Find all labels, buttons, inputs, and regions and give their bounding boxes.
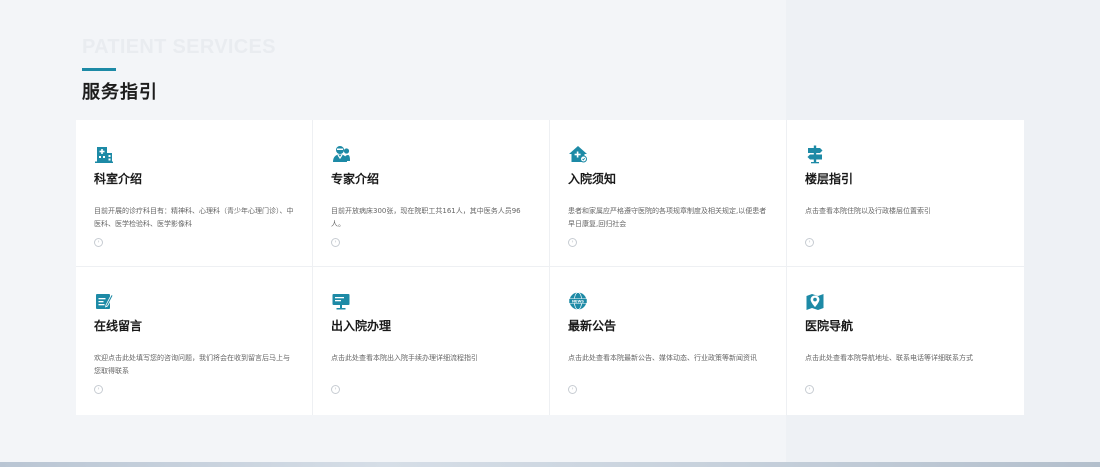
chevron-right-icon[interactable]: › (331, 385, 340, 394)
service-card-admission-discharge[interactable]: 出入院办理 点击此处查看本院出入院手续办理详细流程指引 › (313, 267, 550, 415)
news-globe-icon: NEWS (568, 292, 588, 310)
map-location-icon (806, 294, 824, 310)
hospital-building-icon (95, 147, 113, 163)
card-title: 在线留言 (94, 319, 143, 333)
chevron-right-icon[interactable]: › (805, 238, 814, 247)
title-accent-bar (82, 68, 116, 71)
card-description: 点击此处查看本院出入院手续办理详细流程指引 (331, 354, 478, 362)
chevron-right-icon[interactable]: › (94, 385, 103, 394)
monitor-procedure-icon (332, 294, 350, 310)
service-card-grid: 科室介绍 目前开展的诊疗科目有：精神科、心理科（青少年心理门诊）、中医科、医学检… (76, 120, 1024, 415)
chevron-right-icon[interactable]: › (568, 385, 577, 394)
signpost-icon (807, 145, 823, 164)
doctor-team-icon (333, 146, 350, 162)
chevron-right-icon[interactable]: › (568, 238, 577, 247)
service-card-departments[interactable]: 科室介绍 目前开展的诊疗科目有：精神科、心理科（青少年心理门诊）、中医科、医学检… (76, 120, 313, 267)
section-eyebrow: PATIENT SERVICES (82, 36, 276, 58)
card-description: 点击此处查看本院最新公告、媒体动态、行业政策等新闻资讯 (568, 354, 757, 362)
card-description: 点击查看本院住院以及行政楼层位置索引 (805, 207, 931, 215)
svg-text:NEWS: NEWS (572, 299, 584, 303)
chevron-right-icon[interactable]: › (805, 385, 814, 394)
card-description: 欢迎点击此处填写您的咨询问题，我们将会在收到留言后马上与您取得联系 (94, 354, 290, 375)
card-title: 楼层指引 (805, 172, 854, 186)
chevron-right-icon[interactable]: › (94, 238, 103, 247)
card-title: 科室介绍 (94, 172, 143, 186)
service-card-hospital-navigation[interactable]: 医院导航 点击此处查看本院导航地址、联系电话等详细联系方式 › (787, 267, 1024, 415)
card-title: 专家介绍 (331, 172, 380, 186)
home-admission-icon (569, 146, 587, 163)
card-title: 出入院办理 (331, 319, 392, 333)
card-description: 目前开放病床300张，现在院职工共161人，其中医务人员96人。 (331, 207, 521, 228)
card-title: 医院导航 (805, 319, 854, 333)
card-title: 入院须知 (568, 172, 617, 186)
card-title: 最新公告 (568, 319, 617, 333)
service-card-latest-news[interactable]: NEWS 最新公告 点击此处查看本院最新公告、媒体动态、行业政策等新闻资讯 › (550, 267, 787, 415)
service-card-online-message[interactable]: 在线留言 欢迎点击此处填写您的咨询问题，我们将会在收到留言后马上与您取得联系 › (76, 267, 313, 415)
edit-message-icon (96, 293, 114, 309)
service-card-experts[interactable]: 专家介绍 目前开放病床300张，现在院职工共161人，其中医务人员96人。 › (313, 120, 550, 267)
footer-band (0, 462, 1100, 467)
service-card-admission-notice[interactable]: 入院须知 患者和家属应严格遵守医院的各项规章制度及相关规定,以便患者早日康复,回… (550, 120, 787, 267)
page-title: 服务指引 (82, 82, 158, 103)
card-description: 点击此处查看本院导航地址、联系电话等详细联系方式 (805, 354, 973, 362)
card-description: 目前开展的诊疗科目有：精神科、心理科（青少年心理门诊）、中医科、医学检验科、医学… (94, 207, 294, 228)
service-card-floor-guide[interactable]: 楼层指引 点击查看本院住院以及行政楼层位置索引 › (787, 120, 1024, 267)
chevron-right-icon[interactable]: › (331, 238, 340, 247)
card-description: 患者和家属应严格遵守医院的各项规章制度及相关规定,以便患者早日康复,回归社会 (568, 207, 767, 228)
